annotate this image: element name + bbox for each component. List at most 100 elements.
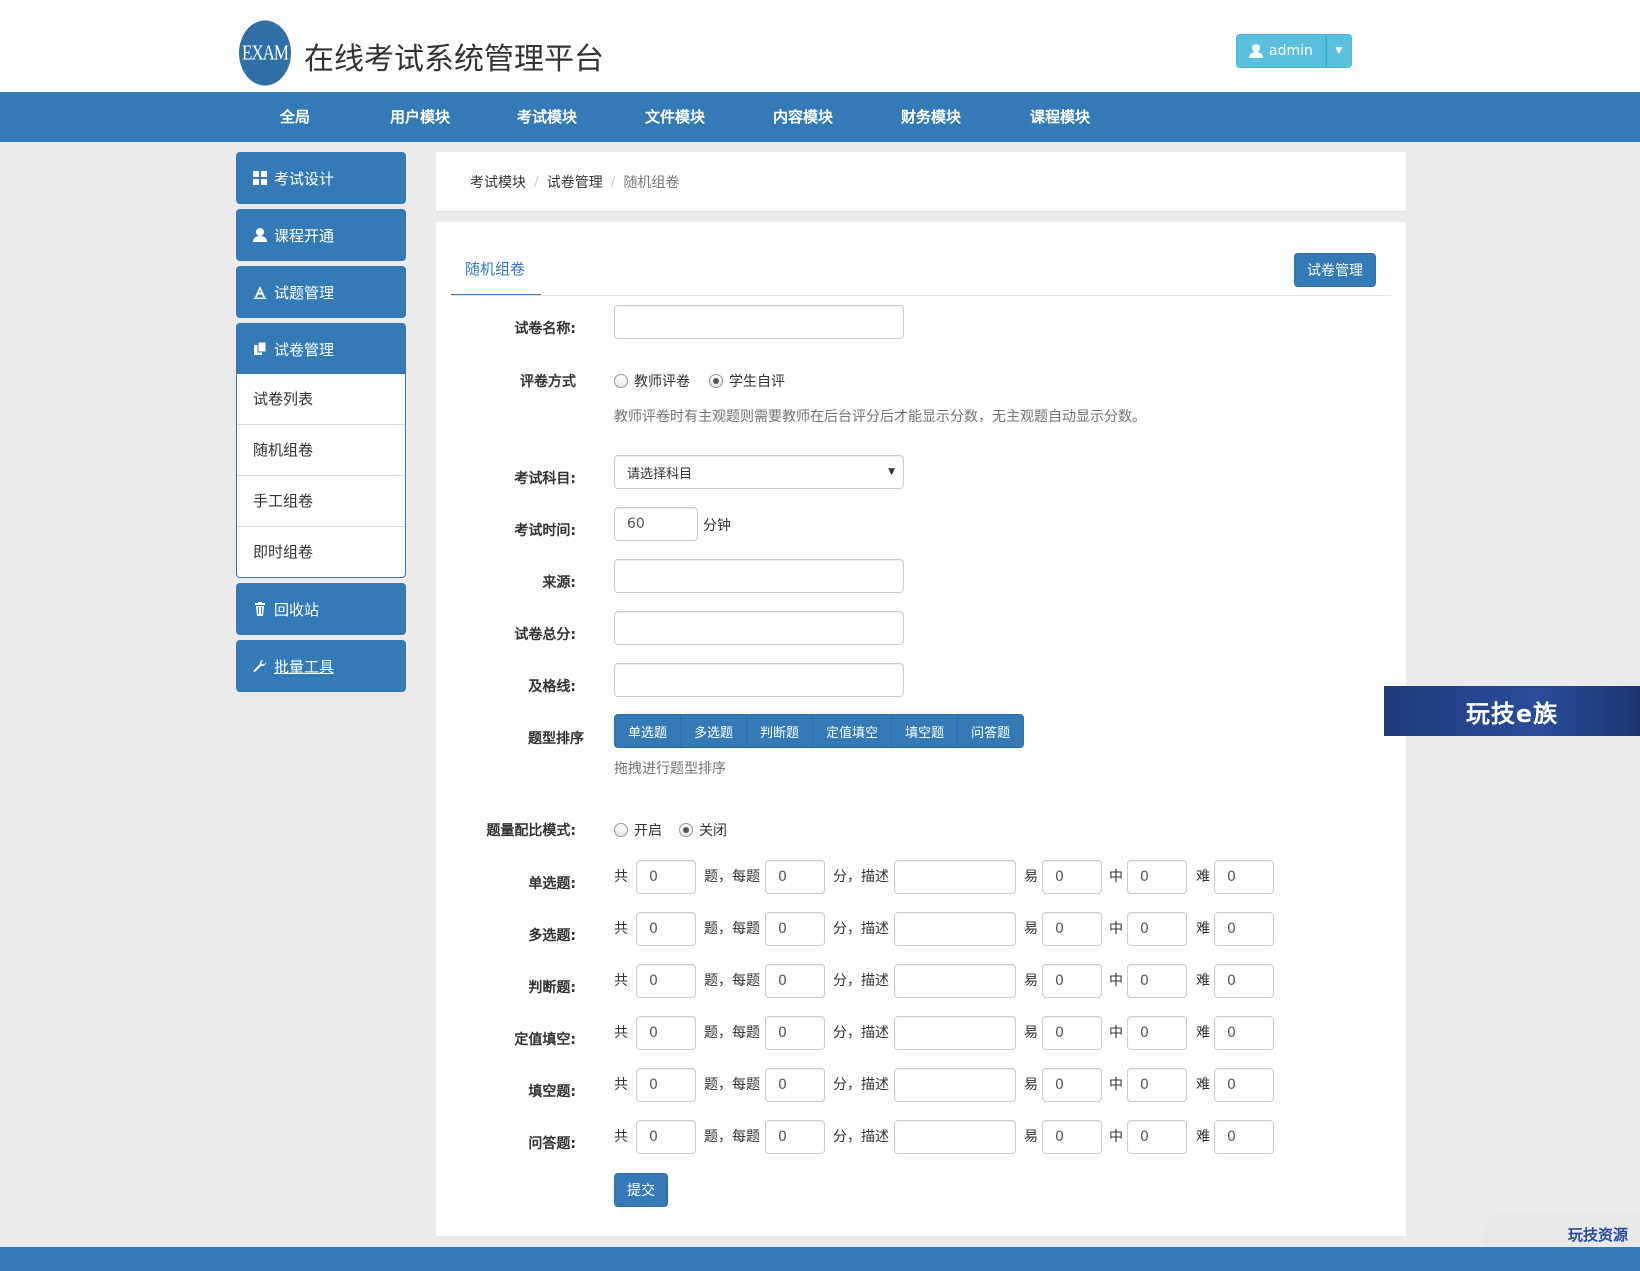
- word-per: 题，每题: [704, 869, 760, 885]
- judge-desc-input[interactable]: [894, 964, 1016, 998]
- source-label: 来源:: [542, 575, 576, 591]
- judge-count-input[interactable]: 0: [636, 964, 696, 998]
- qa-hard-input[interactable]: 0: [1214, 1120, 1274, 1154]
- sort-multi-choice[interactable]: 多选题: [681, 715, 748, 747]
- judge-mid-input[interactable]: 0: [1127, 964, 1187, 998]
- fixed-fill-easy-input[interactable]: 0: [1042, 1016, 1102, 1050]
- duration-input[interactable]: 60: [614, 507, 698, 541]
- sort-fill-blank[interactable]: 填空题: [892, 715, 959, 747]
- sidebar-item-paper-manage[interactable]: 试卷管理: [236, 323, 406, 375]
- fixed-fill-mid-input[interactable]: 0: [1127, 1016, 1187, 1050]
- single-choice-hard-input[interactable]: 0: [1214, 860, 1274, 894]
- sidebar-item-course-open[interactable]: 课程开通: [236, 209, 406, 261]
- nav-finance-module[interactable]: 财务模块: [867, 92, 995, 142]
- multi-choice-score-input[interactable]: 0: [765, 912, 825, 946]
- sidebar-sub-paper-list[interactable]: 试卷列表: [237, 374, 405, 425]
- sidebar-item-recycle[interactable]: 回收站: [236, 583, 406, 635]
- ratio-off-radio[interactable]: 关闭: [679, 820, 727, 840]
- breadcrumb-paper-manage[interactable]: 试卷管理: [547, 172, 603, 192]
- subject-select[interactable]: 请选择科目 ▼: [614, 455, 904, 489]
- sort-judge[interactable]: 判断题: [747, 715, 814, 747]
- sort-help-text: 拖拽进行题型排序: [614, 761, 726, 777]
- user-menu[interactable]: admin ▼: [1236, 34, 1352, 68]
- fill-blank-hard-input[interactable]: 0: [1214, 1068, 1274, 1102]
- word-easy: 易: [1024, 1025, 1038, 1041]
- nav-exam-module[interactable]: 考试模块: [483, 92, 611, 142]
- single-choice-count-input[interactable]: 0: [636, 860, 696, 894]
- fill-blank-desc-input[interactable]: [894, 1068, 1016, 1102]
- multi-choice-count-input[interactable]: 0: [636, 912, 696, 946]
- caret-down-icon: ▼: [888, 467, 895, 477]
- submit-button[interactable]: 提交: [614, 1173, 668, 1207]
- single-choice-easy-input[interactable]: 0: [1042, 860, 1102, 894]
- fill-blank-label: 填空题:: [528, 1084, 576, 1100]
- word-hard: 难: [1196, 921, 1210, 937]
- word-easy: 易: [1024, 973, 1038, 989]
- caret-down-icon[interactable]: ▼: [1325, 34, 1352, 68]
- sort-qa[interactable]: 问答题: [958, 715, 1023, 747]
- ratio-on-radio[interactable]: 开启: [614, 820, 662, 840]
- paper-name-input[interactable]: [614, 305, 904, 339]
- sidebar-item-exam-design[interactable]: 考试设计: [236, 152, 406, 204]
- qa-desc-input[interactable]: [894, 1120, 1016, 1154]
- single-choice-score-input[interactable]: 0: [765, 860, 825, 894]
- user-icon: [1249, 44, 1263, 58]
- nav-course-module[interactable]: 课程模块: [996, 92, 1124, 142]
- judge-easy-input[interactable]: 0: [1042, 964, 1102, 998]
- word-mid: 中: [1109, 1025, 1123, 1041]
- multi-choice-desc-input[interactable]: [894, 912, 1016, 946]
- nav-user-module[interactable]: 用户模块: [356, 92, 484, 142]
- sidebar-sub-instant-paper[interactable]: 即时组卷: [237, 527, 405, 578]
- grid-icon: [252, 170, 268, 186]
- qa-label: 问答题:: [528, 1136, 576, 1152]
- multi-choice-easy-input[interactable]: 0: [1042, 912, 1102, 946]
- sidebar-item-question-manage[interactable]: 试题管理: [236, 266, 406, 318]
- single-choice-desc-input[interactable]: [894, 860, 1016, 894]
- fixed-fill-count-input[interactable]: 0: [636, 1016, 696, 1050]
- qa-count-input[interactable]: 0: [636, 1120, 696, 1154]
- radio-icon: [614, 823, 628, 837]
- sort-single-choice[interactable]: 单选题: [615, 715, 682, 747]
- single-choice-mid-input[interactable]: 0: [1127, 860, 1187, 894]
- fill-blank-easy-input[interactable]: 0: [1042, 1068, 1102, 1102]
- nav-content-module[interactable]: 内容模块: [739, 92, 867, 142]
- pass-line-label: 及格线:: [528, 679, 576, 695]
- total-score-input[interactable]: [614, 611, 904, 645]
- grading-student-radio[interactable]: 学生自评: [709, 371, 785, 391]
- word-per: 题，每题: [704, 1129, 760, 1145]
- tab-random-paper[interactable]: 随机组卷: [451, 252, 541, 296]
- sidebar-sub-random-paper[interactable]: 随机组卷: [237, 425, 405, 476]
- word-total: 共: [614, 1129, 628, 1145]
- fixed-fill-hard-input[interactable]: 0: [1214, 1016, 1274, 1050]
- multi-choice-hard-input[interactable]: 0: [1214, 912, 1274, 946]
- paper-manage-button[interactable]: 试卷管理: [1294, 253, 1376, 287]
- nav-file-module[interactable]: 文件模块: [611, 92, 739, 142]
- nav-global[interactable]: 全局: [231, 92, 359, 142]
- source-input[interactable]: [614, 559, 904, 593]
- user-button[interactable]: admin: [1236, 34, 1326, 68]
- grading-teacher-radio[interactable]: 教师评卷: [614, 371, 690, 391]
- multi-choice-mid-input[interactable]: 0: [1127, 912, 1187, 946]
- fill-blank-score-input[interactable]: 0: [765, 1068, 825, 1102]
- watermark-badge: 玩技e族: [1384, 686, 1640, 736]
- sidebar-label: 课程开通: [274, 226, 335, 245]
- sidebar-sub-manual-paper[interactable]: 手工组卷: [237, 476, 405, 527]
- fill-blank-mid-input[interactable]: 0: [1127, 1068, 1187, 1102]
- judge-hard-input[interactable]: 0: [1214, 964, 1274, 998]
- fixed-fill-desc-input[interactable]: [894, 1016, 1016, 1050]
- qa-mid-input[interactable]: 0: [1127, 1120, 1187, 1154]
- qa-easy-input[interactable]: 0: [1042, 1120, 1102, 1154]
- user-name: admin: [1269, 43, 1313, 59]
- pass-line-input[interactable]: [614, 663, 904, 697]
- fill-blank-count-input[interactable]: 0: [636, 1068, 696, 1102]
- breadcrumb-exam-module[interactable]: 考试模块: [470, 172, 526, 192]
- word-total: 共: [614, 973, 628, 989]
- qa-score-input[interactable]: 0: [765, 1120, 825, 1154]
- word-easy: 易: [1024, 921, 1038, 937]
- breadcrumb: 考试模块 / 试卷管理 / 随机组卷: [436, 152, 1406, 212]
- judge-score-input[interactable]: 0: [765, 964, 825, 998]
- sidebar-item-batch-tools[interactable]: 批量工具: [236, 640, 406, 692]
- fixed-fill-label: 定值填空:: [514, 1032, 576, 1048]
- fixed-fill-score-input[interactable]: 0: [765, 1016, 825, 1050]
- sort-fixed-fill[interactable]: 定值填空: [813, 715, 893, 747]
